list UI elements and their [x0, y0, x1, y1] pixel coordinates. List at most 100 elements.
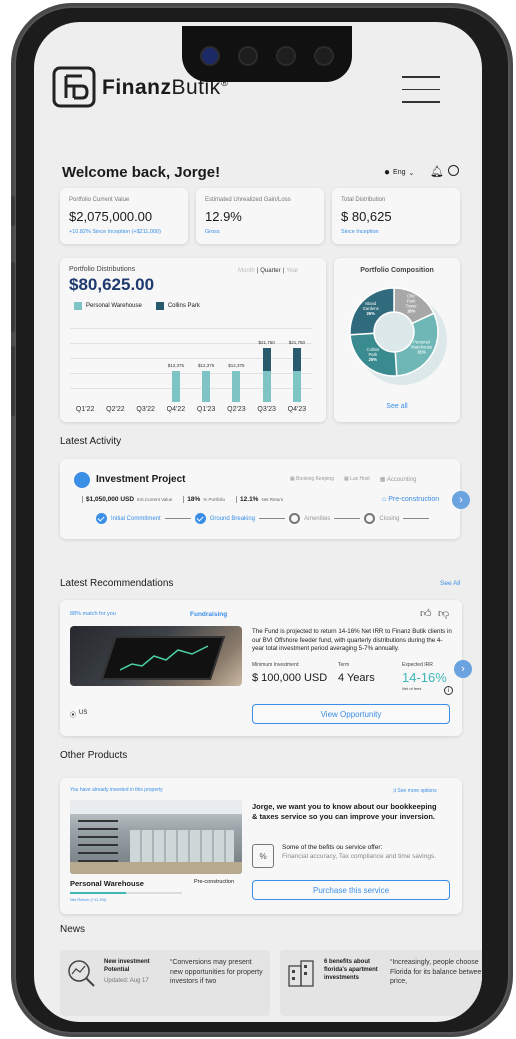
- period-year[interactable]: Year: [286, 268, 298, 274]
- see-more-options-link[interactable]: ⤨ See more options: [392, 788, 437, 794]
- legend-label: Collins Park: [167, 303, 200, 309]
- brand-name-bold: Finanz: [102, 76, 172, 99]
- app-screen: FinanzButik® Welcome back, Jorge! ● Eng …: [34, 22, 482, 1022]
- period-month[interactable]: Month: [238, 268, 255, 274]
- recommendations-see-all-link[interactable]: See All: [440, 580, 460, 587]
- bar-data-label: $12,375: [228, 363, 245, 369]
- language-selector[interactable]: ● Eng ⌄: [384, 167, 414, 178]
- distributions-card: Portfolio Distributions $80,625.00 Month…: [60, 258, 326, 422]
- stat-sub: Gross: [205, 229, 220, 235]
- step-label: Closing: [379, 515, 400, 522]
- match-badge: 88% match for you: [70, 611, 116, 617]
- chevron-down-icon: ⌄: [408, 169, 415, 177]
- menu-icon[interactable]: [402, 76, 440, 103]
- tag-accounting: ▦ Accounting: [380, 476, 417, 483]
- other-products-title: Other Products: [60, 750, 128, 761]
- stat-card-unrealized-gain[interactable]: Estimated Unrealized Gain/Loss 12.9% Gro…: [196, 188, 324, 244]
- period-quarter[interactable]: Quarter: [260, 268, 280, 274]
- irr-note: Net of fees: [402, 686, 422, 691]
- return-progress-bar: [70, 892, 182, 894]
- composition-see-all-link[interactable]: See all: [334, 403, 460, 410]
- news-item[interactable]: 6 benefits about florida's apartment inv…: [280, 950, 482, 1016]
- brand-logo-icon[interactable]: [52, 66, 96, 108]
- stat-card-total-distribution[interactable]: Total Distribution $ 80,625 Since Incept…: [332, 188, 460, 244]
- purchase-service-button[interactable]: Purchase this service: [252, 880, 450, 900]
- bar-data-label: $12,375: [167, 363, 185, 369]
- bar-data-label: $21,750: [288, 340, 306, 346]
- min-investment-value: $ 100,000 USD: [252, 672, 328, 684]
- min-investment-label: Minimum Investment:: [252, 662, 300, 668]
- stage-label: Pre-construction: [388, 496, 440, 503]
- tablet-photo: [70, 626, 242, 686]
- x-tick-label: Q3'23: [257, 406, 276, 413]
- view-opportunity-button[interactable]: View Opportunity: [252, 704, 450, 724]
- recommendation-description: The Fund is projected to return 14-16% N…: [252, 628, 452, 652]
- bar-personal-warehouse: [232, 371, 241, 402]
- net-return: 12.1%: [236, 496, 258, 503]
- term-value: 4 Years: [338, 672, 375, 684]
- globe-icon: ●: [384, 167, 391, 178]
- x-tick-label: Q2'23: [227, 406, 246, 413]
- x-tick-label: Q1'22: [75, 406, 95, 413]
- recommendations-title: Latest Recommendations: [60, 578, 174, 589]
- service-tags: ▦ Booking Keeping ▦ Lux Host ▦ Accountin…: [290, 476, 417, 483]
- check-icon: [194, 513, 206, 524]
- legend: Personal Warehouse Collins Park: [74, 302, 200, 310]
- project-icon: [74, 472, 90, 488]
- volume-up-button: [11, 262, 15, 332]
- news-quote: “Conversions may present new opportuniti…: [170, 959, 263, 985]
- x-axis: Q1'22 Q2'22 Q3'22 Q4'22 Q1'23 Q2'23 Q3'23 Q4'23: [70, 406, 312, 416]
- stat-label: Estimated Unrealized Gain/Loss: [205, 197, 291, 203]
- net-return-label: Net Return: [261, 497, 284, 502]
- bar-data-label: $12,375: [197, 363, 215, 369]
- user-icon[interactable]: [448, 165, 459, 176]
- warehouse-photo: [70, 800, 242, 874]
- recommendation-card[interactable]: 88% match for you Fundraising 👍︎ 👎︎ The …: [60, 600, 462, 736]
- info-icon[interactable]: i: [444, 686, 453, 695]
- stat-card-portfolio-value[interactable]: Portfolio Current Value $2,075,000.00 +1…: [60, 188, 188, 244]
- chevron-right-icon[interactable]: ›: [452, 491, 470, 509]
- bar-chart-plot: $12,375 $12,375 $12,375 $21,750 $21,750: [70, 328, 312, 402]
- portfolio-pct-label: % Portfolio: [203, 497, 226, 502]
- stat-value: $2,075,000.00: [69, 209, 153, 224]
- step-label: Ground Breaking: [209, 515, 256, 522]
- irr-value: 14-16%: [402, 670, 447, 685]
- pending-icon: [289, 513, 301, 524]
- property-name: Personal Warehouse: [70, 879, 144, 888]
- latest-activity-title: Latest Activity: [60, 436, 122, 447]
- thumbs-down-icon[interactable]: 👎︎: [438, 607, 449, 620]
- activity-card[interactable]: Investment Project ▦ Booking Keeping ▦ L…: [60, 459, 460, 539]
- sensor-icon: [276, 46, 296, 66]
- period-separator: |: [256, 268, 259, 274]
- news-quote: “Increasingly, people choose Florida for…: [390, 959, 482, 985]
- stat-value: $ 80,625: [341, 209, 392, 224]
- project-metrics: $1,050,000 USD Est.Current Value 18% % P…: [82, 496, 283, 503]
- mute-switch: [11, 196, 15, 226]
- news-item[interactable]: New investment Potential Updated: Aug 17…: [60, 950, 270, 1016]
- thumbs-up-icon[interactable]: 👍︎: [420, 607, 432, 620]
- bar-personal-warehouse: [171, 371, 180, 402]
- tag-label: Accounting: [386, 477, 417, 483]
- bar-personal-warehouse: [202, 371, 211, 402]
- bar-personal-warehouse: [262, 371, 271, 402]
- chevron-right-icon[interactable]: ›: [454, 660, 472, 678]
- location-label: US: [79, 710, 88, 716]
- bar-personal-warehouse: [292, 371, 301, 402]
- sensor-icon: [238, 46, 258, 66]
- stat-value: 12.9%: [205, 209, 242, 224]
- term-label: Term: [338, 662, 350, 668]
- tax-document-icon: %: [252, 844, 274, 868]
- portfolio-pct: 18%: [183, 496, 200, 503]
- period-separator: |: [282, 268, 285, 274]
- irr-label: Expected IRR: [402, 662, 433, 668]
- bar-collins-park: [262, 348, 271, 372]
- bell-icon[interactable]: 🔔︎: [430, 165, 444, 178]
- step-label: Amenities: [304, 515, 331, 522]
- news-date: Updated: Aug 17: [104, 978, 149, 984]
- stage-badge: ⌂ Pre-construction: [382, 496, 439, 503]
- x-tick-label: Q1'23: [196, 406, 216, 413]
- composition-title: Portfolio Composition: [360, 267, 434, 274]
- other-product-card[interactable]: You have already invested in this proper…: [60, 778, 462, 914]
- property-stage: Pre-construction: [194, 879, 235, 885]
- period-toggle: Month | Quarter | Year: [238, 268, 298, 274]
